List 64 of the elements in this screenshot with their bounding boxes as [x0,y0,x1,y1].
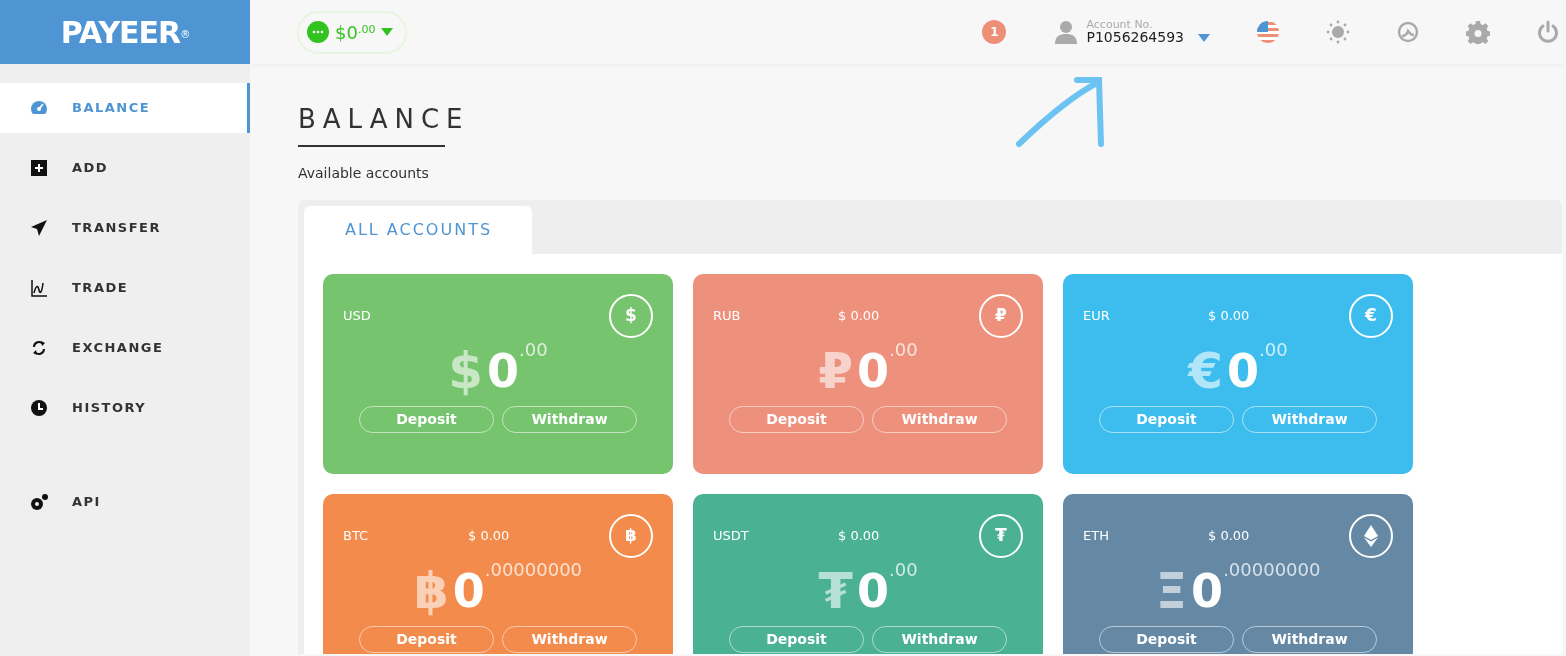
currency-symbol: Ξ [1155,566,1188,617]
usd-value: $ 0.00 [1208,307,1250,326]
usd-value: $ 0.00 [468,527,510,546]
plus-icon [30,159,48,177]
sun-icon[interactable] [1326,20,1350,44]
support-icon[interactable] [1396,20,1420,44]
currency-symbol: ฿ [413,566,449,617]
balance-amount: 0 [487,348,520,395]
page-title: BALANCE [298,104,471,136]
currency-code: USDT [713,527,750,546]
balance-fraction: .00 [519,338,548,363]
balance-fraction: .00 [1259,338,1288,363]
balance-amount: 0 [452,568,485,615]
sidebar-item[interactable]: TRADE [0,263,250,313]
balance-fraction: .00000000 [1223,558,1321,583]
currency-symbol: ₽ [818,346,854,397]
usd-value: $ 0.00 [838,307,880,326]
chart-icon [30,279,48,297]
ether-icon [1349,514,1393,559]
more-icon [307,21,329,43]
balance-fraction: .00 [889,558,918,583]
paper-plane-icon [30,219,48,237]
sidebar-item[interactable]: TRANSFER [0,203,250,253]
balance-amount: 0 [857,568,890,615]
clock-icon [30,399,48,417]
sidebar-item[interactable]: API [0,477,250,527]
settings-icon[interactable] [1466,20,1490,44]
currency-icon: $ [609,294,653,339]
currency-code: BTC [343,527,370,546]
flag-icon[interactable] [1256,20,1280,44]
balance-amount: 0 [857,348,890,395]
sidebar-item[interactable]: EXCHANGE [0,323,250,373]
page-subtitle: Available accounts [298,164,430,184]
gauge-icon [30,99,48,117]
account-label: Account No. [1086,18,1154,30]
balance-amount: 0 [1191,568,1224,615]
power-icon[interactable] [1536,20,1560,44]
balance-fraction: .00000000 [484,558,583,583]
sidebar-item[interactable]: HISTORY [0,383,250,433]
caret-icon [381,28,394,36]
usd-value: $ 0.00 [838,527,880,546]
currency-icon: ₮ [979,514,1023,559]
usd-value: $ 0.00 [1208,527,1250,546]
account-number: P1056264593 [1086,29,1184,46]
balance-amount: 0 [1227,348,1260,395]
caret-icon[interactable] [1198,34,1210,42]
currency-symbol: € [1188,346,1224,397]
currency-code: RUB [713,307,742,326]
notification-badge[interactable]: 1 [982,20,1007,44]
currency-icon: ฿ [609,514,653,559]
tab[interactable]: ALL ACCOUNTS [304,206,533,255]
balance-dropdown[interactable]: $0$^{.00}$ [297,10,408,54]
sidebar-item[interactable]: ADD [0,143,250,193]
user-icon [1054,20,1079,44]
refresh-icon [30,339,48,357]
currency-icon: ₽ [979,294,1023,339]
sidebar-item[interactable]: BALANCE [0,83,250,133]
currency-code: ETH [1083,527,1110,546]
currency-symbol: $ [448,346,484,397]
currency-symbol: ₮ [818,566,854,617]
currency-code: USD [343,307,372,326]
currency-icon: € [1349,294,1393,339]
currency-code: EUR [1083,307,1111,326]
balance-fraction: .00 [889,338,918,363]
